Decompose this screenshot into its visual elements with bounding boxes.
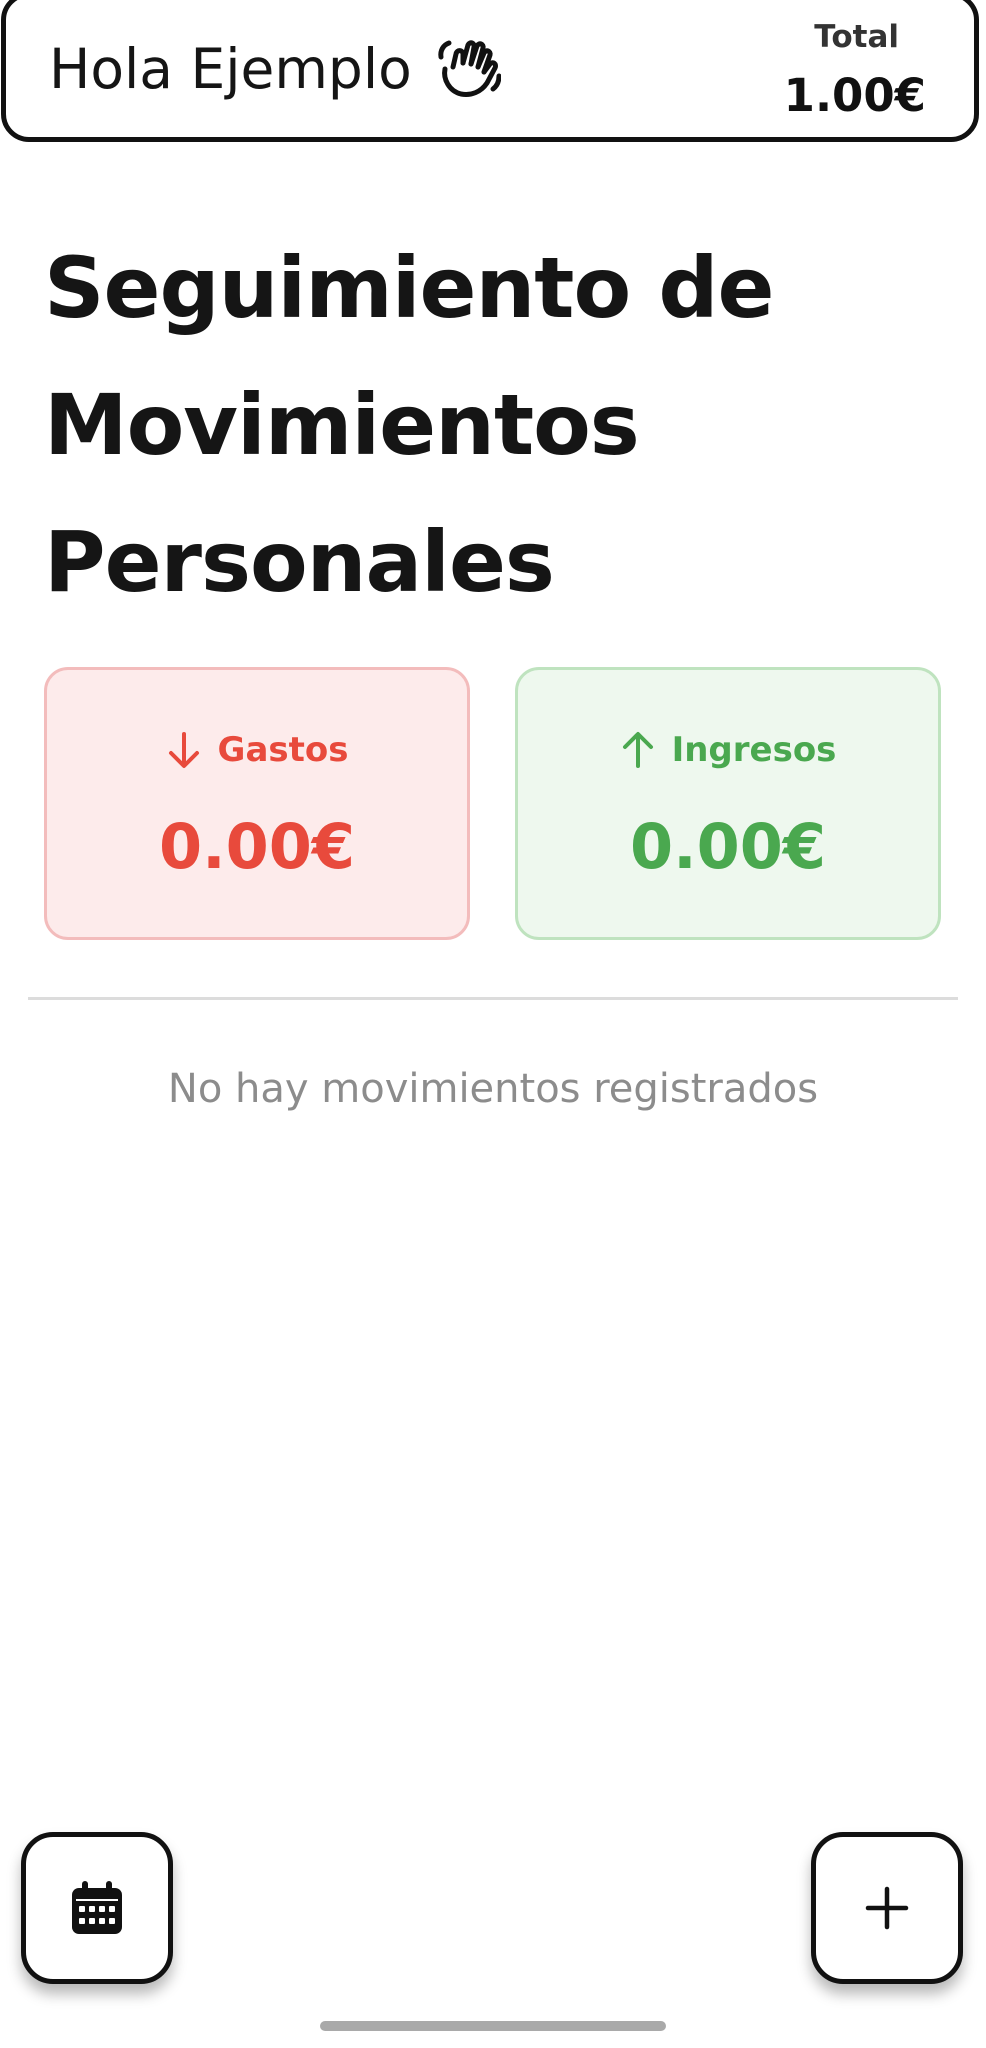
gastos-value: 0.00€ bbox=[158, 810, 356, 883]
divider bbox=[28, 997, 958, 1000]
arrow-up-icon bbox=[622, 732, 653, 768]
calendar-button[interactable] bbox=[21, 1832, 173, 1984]
add-movement-button[interactable] bbox=[811, 1832, 963, 1984]
ingresos-card: Ingresos 0.00€ bbox=[515, 667, 941, 940]
header-bar: Hola Ejemplo Total 1.00€ bbox=[1, 0, 979, 142]
gastos-card: Gastos 0.00€ bbox=[44, 667, 470, 940]
page-title: Seguimiento de Movimientos Personales bbox=[44, 239, 775, 611]
gastos-card-header: Gastos bbox=[47, 730, 467, 770]
arrow-down-icon bbox=[168, 732, 199, 768]
home-indicator[interactable] bbox=[320, 2021, 666, 2031]
ingresos-label: Ingresos bbox=[671, 730, 837, 770]
greeting-text: Hola Ejemplo bbox=[49, 37, 412, 101]
gastos-label: Gastos bbox=[217, 730, 349, 770]
calendar-icon bbox=[72, 1881, 122, 1934]
empty-movements-message: No hay movimientos registrados bbox=[167, 1066, 819, 1112]
ingresos-card-header: Ingresos bbox=[518, 730, 938, 770]
plus-icon bbox=[865, 1886, 909, 1930]
total-value: 1.00€ bbox=[783, 69, 926, 122]
waving-hand-icon bbox=[438, 40, 501, 97]
ingresos-value: 0.00€ bbox=[629, 810, 827, 883]
total-label: Total bbox=[814, 19, 899, 55]
